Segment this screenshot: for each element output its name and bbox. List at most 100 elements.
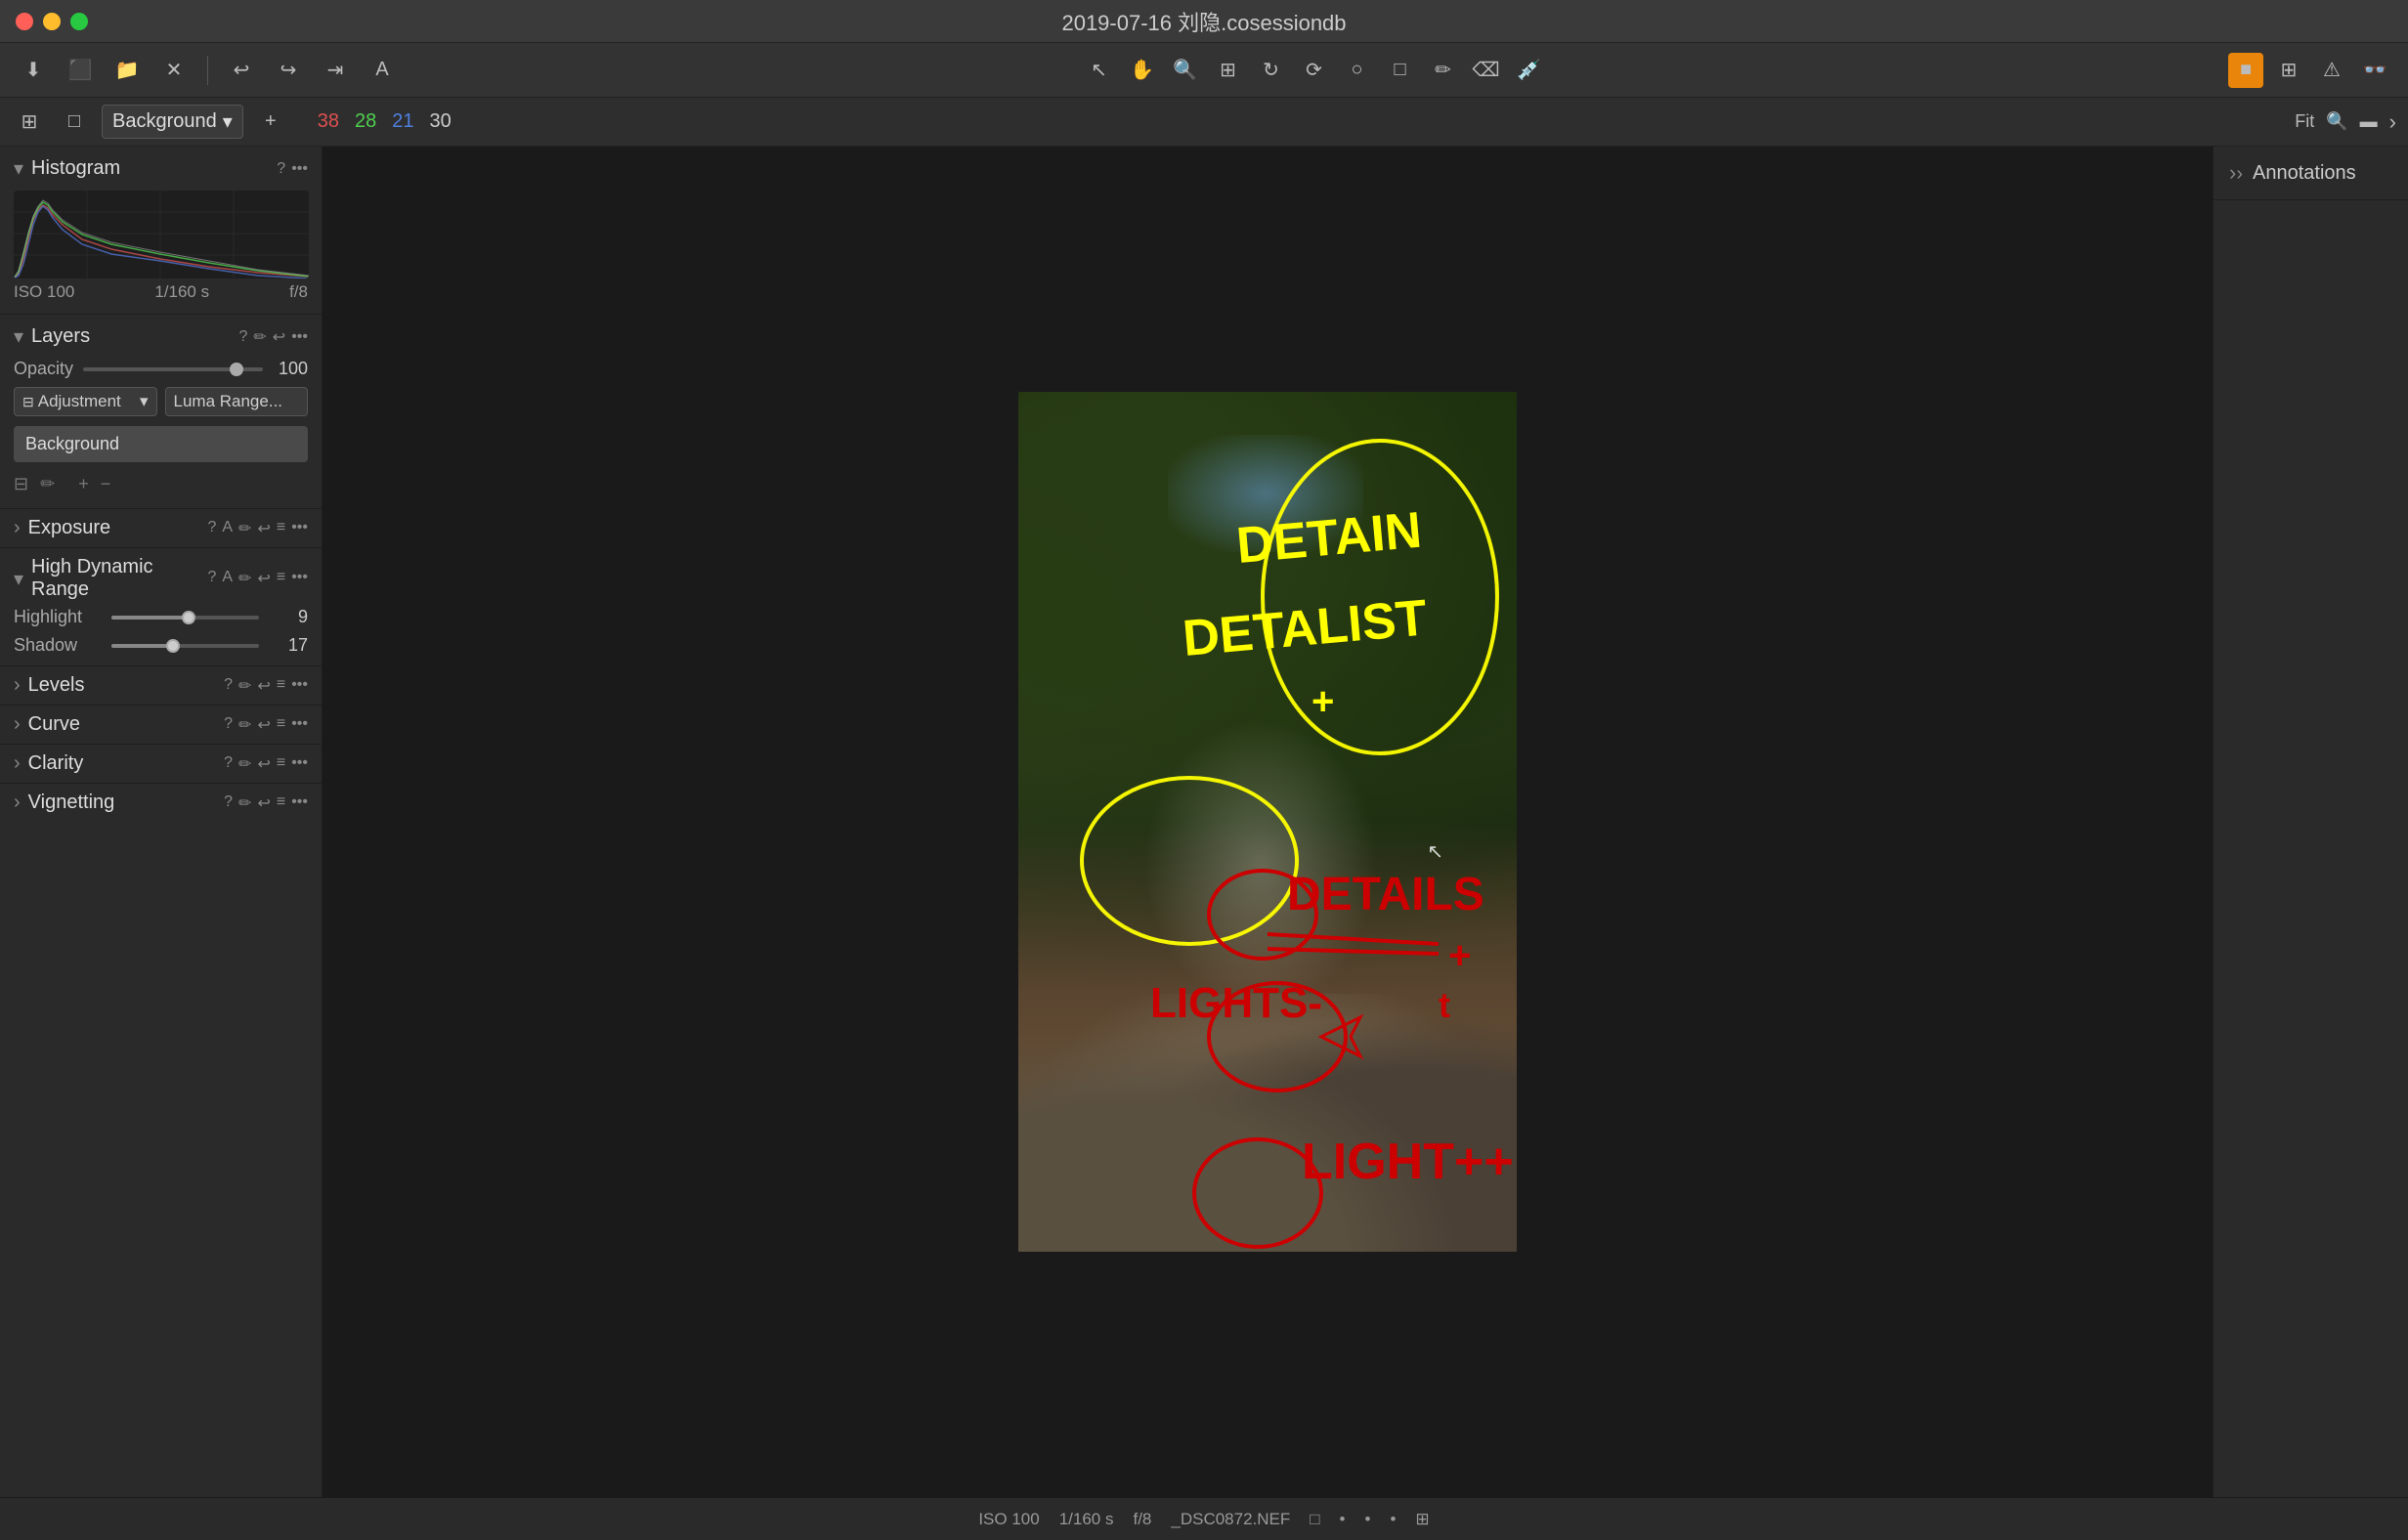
status-icon3[interactable]: • bbox=[1365, 1510, 1371, 1529]
rotate-tool[interactable]: ↻ bbox=[1254, 53, 1289, 88]
levels-header[interactable]: › Levels ? ✏ ↩ ≡ ••• bbox=[14, 674, 308, 697]
background-layer[interactable]: Background bbox=[14, 426, 308, 462]
help-icon[interactable]: ? bbox=[224, 793, 233, 813]
histogram-header[interactable]: ▾ Histogram ? ••• bbox=[0, 147, 322, 187]
vignetting-header[interactable]: › Vignetting ? ✏ ↩ ≡ ••• bbox=[14, 791, 308, 814]
status-icon5[interactable]: ⊞ bbox=[1415, 1510, 1429, 1529]
a-icon[interactable]: A bbox=[222, 519, 233, 538]
curve-header[interactable]: › Curve ? ✏ ↩ ≡ ••• bbox=[14, 713, 308, 736]
search-icon[interactable]: 🔍 bbox=[2326, 111, 2347, 132]
rect-tool[interactable]: □ bbox=[1383, 53, 1418, 88]
help-icon[interactable]: ? bbox=[207, 569, 216, 588]
pin-icon[interactable]: ✏ bbox=[238, 519, 251, 538]
grid-view-icon[interactable]: ⊞ bbox=[12, 105, 47, 140]
help-icon[interactable]: ? bbox=[277, 160, 285, 178]
more-icon[interactable]: ••• bbox=[291, 715, 308, 735]
panel-toggle-icon[interactable]: › bbox=[2389, 109, 2396, 135]
opacity-slider[interactable] bbox=[83, 367, 263, 371]
more-icon[interactable]: ••• bbox=[291, 328, 308, 346]
single-view-icon[interactable]: □ bbox=[57, 105, 92, 140]
color-picker-icon[interactable]: ■ bbox=[2228, 53, 2263, 88]
menu-icon[interactable]: ≡ bbox=[277, 715, 285, 735]
highlight-slider[interactable] bbox=[111, 616, 259, 620]
menu-icon[interactable]: ≡ bbox=[277, 676, 285, 696]
help-icon[interactable]: ? bbox=[224, 676, 233, 696]
remove-layer-icon[interactable]: − bbox=[101, 474, 111, 494]
pan-tool[interactable]: ✋ bbox=[1125, 53, 1160, 88]
undo-icon[interactable]: ↩ bbox=[257, 715, 270, 735]
help-icon[interactable]: ? bbox=[224, 715, 233, 735]
minimize-button[interactable] bbox=[43, 13, 61, 30]
close-button[interactable] bbox=[16, 13, 33, 30]
status-icon1[interactable]: □ bbox=[1310, 1510, 1319, 1529]
select-tool[interactable]: ↖ bbox=[1082, 53, 1117, 88]
close-icon[interactable]: ✕ bbox=[156, 53, 192, 88]
camera-icon[interactable]: ⬛ bbox=[63, 53, 98, 88]
more-icon[interactable]: ••• bbox=[291, 160, 308, 178]
brush-layer-icon[interactable]: ✏ bbox=[40, 474, 55, 494]
menu-icon[interactable]: ≡ bbox=[277, 754, 285, 774]
eraser-tool[interactable]: ⌫ bbox=[1469, 53, 1504, 88]
glasses-icon[interactable]: 👓 bbox=[2357, 53, 2392, 88]
undo-icon[interactable]: ↩ bbox=[257, 519, 270, 538]
clarity-header[interactable]: › Clarity ? ✏ ↩ ≡ ••• bbox=[14, 752, 308, 775]
text-icon[interactable]: A bbox=[365, 53, 400, 88]
help-icon[interactable]: ? bbox=[238, 328, 247, 346]
more-icon[interactable]: ••• bbox=[291, 569, 308, 588]
download-icon[interactable]: ⬇ bbox=[16, 53, 51, 88]
menu-icon[interactable]: ≡ bbox=[277, 569, 285, 588]
shadow-slider[interactable] bbox=[111, 644, 259, 648]
status-icon4[interactable]: • bbox=[1390, 1510, 1396, 1529]
circle-tool[interactable]: ○ bbox=[1340, 53, 1375, 88]
luma-range-button[interactable]: Luma Range... bbox=[165, 387, 309, 416]
eyedropper-tool[interactable]: 💉 bbox=[1512, 53, 1547, 88]
forward-icon[interactable]: ⇥ bbox=[318, 53, 353, 88]
edit-icon[interactable]: ✏ bbox=[253, 327, 266, 347]
undo-icon[interactable]: ↩ bbox=[257, 793, 270, 813]
layers-header[interactable]: ▾ Layers ? ✏ ↩ ••• bbox=[0, 315, 322, 355]
more-icon[interactable]: ••• bbox=[291, 754, 308, 774]
brush-tool[interactable]: ✏ bbox=[1426, 53, 1461, 88]
menu-icon[interactable]: ≡ bbox=[277, 793, 285, 813]
grid-icon[interactable]: ⊞ bbox=[2271, 53, 2306, 88]
opacity-thumb[interactable] bbox=[230, 363, 243, 376]
pin-icon[interactable]: ✏ bbox=[238, 715, 251, 735]
pin-icon[interactable]: ✏ bbox=[238, 754, 251, 774]
warning-icon[interactable]: ⚠ bbox=[2314, 53, 2349, 88]
redo-icon[interactable]: ↪ bbox=[271, 53, 306, 88]
adjust-icon[interactable]: ⊟ bbox=[14, 474, 28, 494]
crop-tool[interactable]: ⊞ bbox=[1211, 53, 1246, 88]
layer-selector[interactable]: Background ▾ bbox=[102, 105, 243, 139]
maximize-button[interactable] bbox=[70, 13, 88, 30]
exposure-header[interactable]: › Exposure ? A ✏ ↩ ≡ ••• bbox=[14, 517, 308, 539]
lasso-tool[interactable]: ⟳ bbox=[1297, 53, 1332, 88]
fit-label[interactable]: Fit bbox=[2295, 111, 2314, 132]
shadow-thumb[interactable] bbox=[166, 639, 180, 653]
more-icon[interactable]: ••• bbox=[291, 676, 308, 696]
menu-icon[interactable]: ≡ bbox=[277, 519, 285, 538]
display-bar-icon[interactable]: ▬ bbox=[2360, 111, 2378, 132]
zoom-tool[interactable]: 🔍 bbox=[1168, 53, 1203, 88]
pin-icon[interactable]: ✏ bbox=[238, 676, 251, 696]
annotations-header[interactable]: › Annotations bbox=[2214, 147, 2408, 200]
help-icon[interactable]: ? bbox=[224, 754, 233, 774]
folder-icon[interactable]: 📁 bbox=[109, 53, 145, 88]
undo-icon[interactable]: ↩ bbox=[257, 569, 270, 588]
pin-icon[interactable]: ↩ bbox=[273, 327, 285, 347]
status-icon2[interactable]: • bbox=[1340, 1510, 1346, 1529]
undo-icon[interactable]: ↩ bbox=[257, 676, 270, 696]
undo-icon[interactable]: ↩ bbox=[257, 754, 270, 774]
more-icon[interactable]: ••• bbox=[291, 519, 308, 538]
left-panel: ▾ Histogram ? ••• bbox=[0, 147, 322, 1497]
pin-icon[interactable]: ✏ bbox=[238, 793, 251, 813]
pin-icon[interactable]: ✏ bbox=[238, 569, 251, 588]
a-icon[interactable]: A bbox=[222, 569, 233, 588]
hdr-header[interactable]: ▾ High Dynamic Range ? A ✏ ↩ ≡ ••• bbox=[14, 556, 308, 601]
highlight-thumb[interactable] bbox=[182, 611, 195, 624]
adjustment-selector[interactable]: ⊟ Adjustment ▾ bbox=[14, 387, 157, 416]
add-layer-icon[interactable]: + bbox=[78, 474, 89, 494]
add-layer-icon[interactable]: + bbox=[253, 105, 288, 140]
more-icon[interactable]: ••• bbox=[291, 793, 308, 813]
help-icon[interactable]: ? bbox=[207, 519, 216, 538]
undo-icon[interactable]: ↩ bbox=[224, 53, 259, 88]
